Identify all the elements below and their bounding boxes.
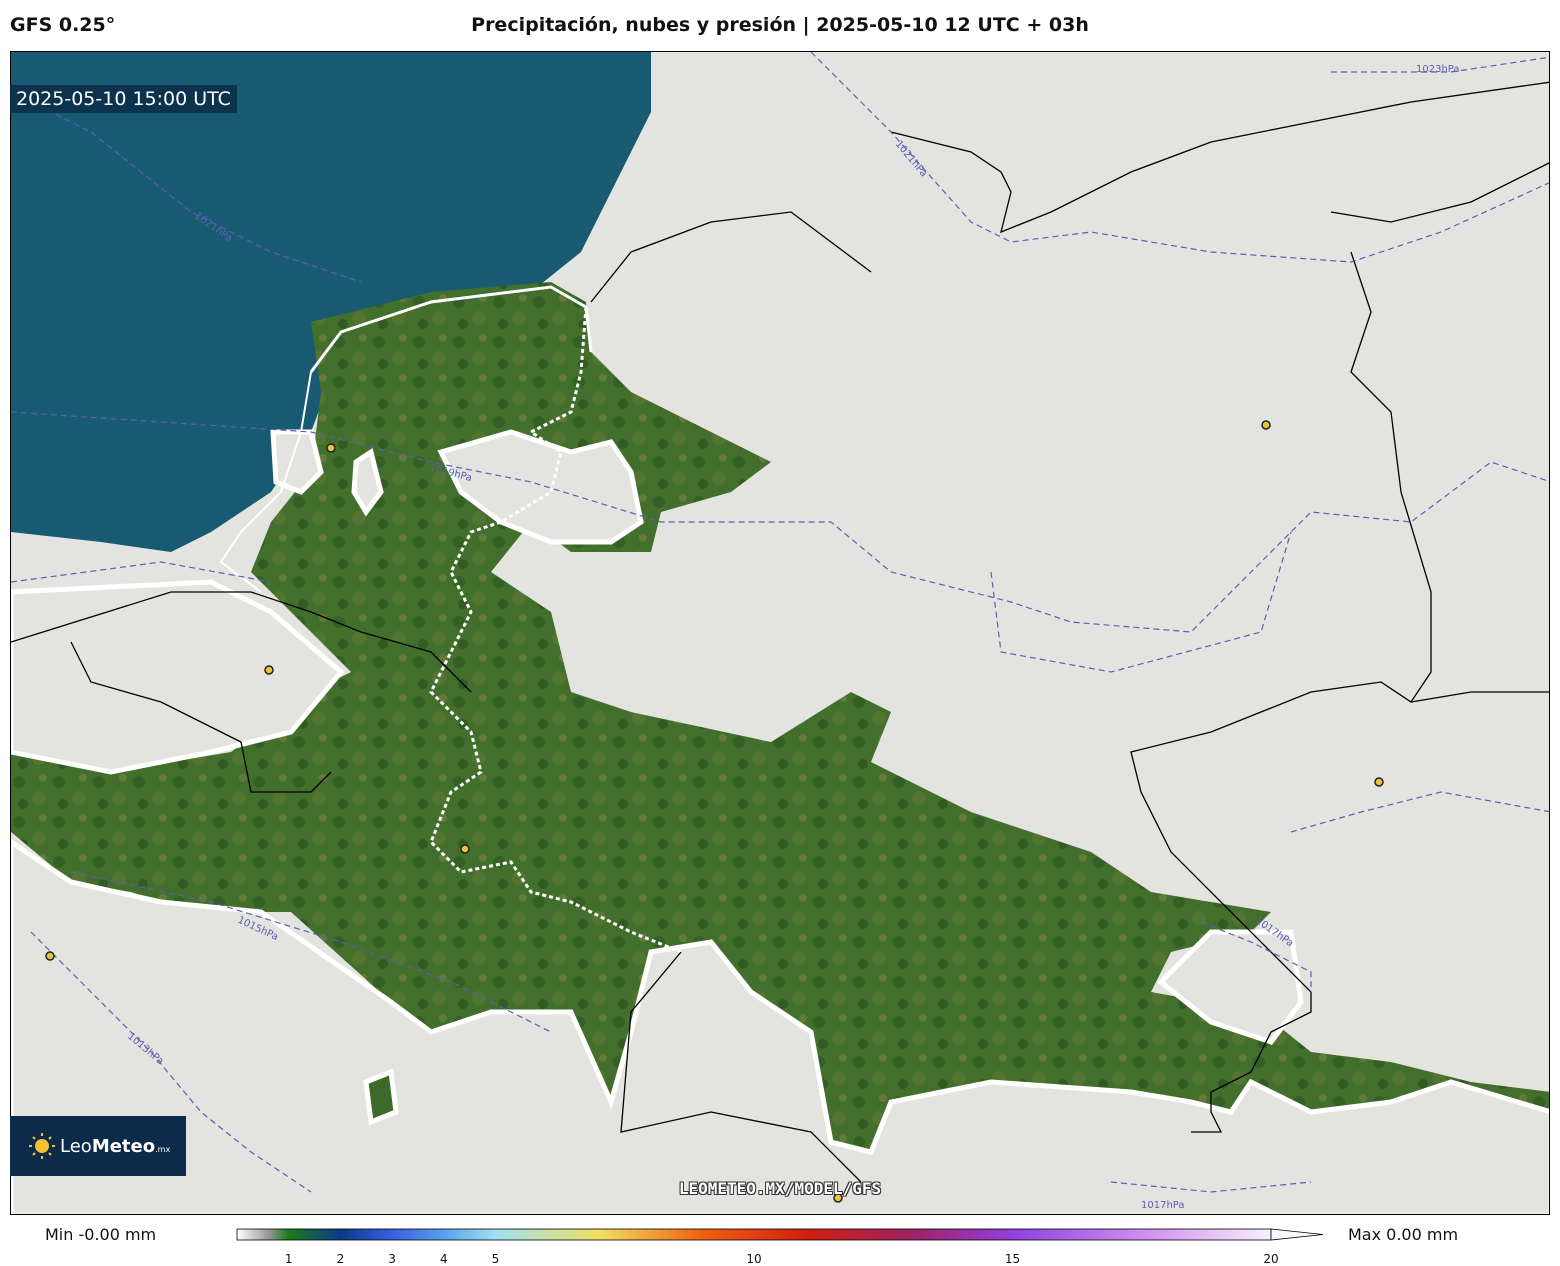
colorbar-max-label: Max 0.00 mm [1348,1225,1459,1244]
isobar-label: 1021hPa [893,139,929,179]
coastline [890,81,1549,234]
city-marker [264,665,274,675]
sun-icon [28,1132,56,1160]
city-marker [1261,420,1271,430]
city-marker [45,951,55,961]
page-title: Precipitación, nubes y presión | 2025-05… [471,14,1089,36]
map-canvas: 1023hPa 1021hPa 1021hPa 1019hPa 1017hPa … [11,52,1549,1214]
coastline [1330,162,1549,223]
colorbar-tick-label: 5 [491,1252,500,1266]
map-panel[interactable]: 1023hPa 1021hPa 1021hPa 1019hPa 1017hPa … [10,51,1550,1215]
colorbar-tick-label: 20 [1263,1252,1279,1266]
border [1410,691,1549,703]
isobar-label: 1017hPa [1141,1200,1185,1211]
colorbar-tick-label: 3 [388,1252,396,1266]
coastline [590,211,872,303]
cloud-patch [363,1068,399,1126]
city-marker [460,844,470,854]
city-marker [1374,777,1384,787]
leometeo-logo[interactable]: LeoMeteo.mx [10,1116,186,1176]
colorbar [236,1228,1324,1241]
colorbar-tick-label: 4 [439,1252,448,1266]
watermark: LEOMETEO.MX/MODEL/GFS [678,1179,882,1198]
colorbar-tick-label: 15 [1004,1252,1021,1266]
city-marker [326,443,336,453]
isobar-label: 1023hPa [1416,64,1460,75]
map-timestamp: 2025-05-10 15:00 UTC [10,85,237,113]
colorbar-tick-label: 2 [336,1252,345,1266]
colorbar-tick-label: 1 [284,1252,293,1266]
colorbar-min-label: Min -0.00 mm [45,1225,157,1244]
colorbar-tick-label: 10 [746,1252,762,1266]
logo-text: LeoMeteo.mx [60,1135,171,1157]
